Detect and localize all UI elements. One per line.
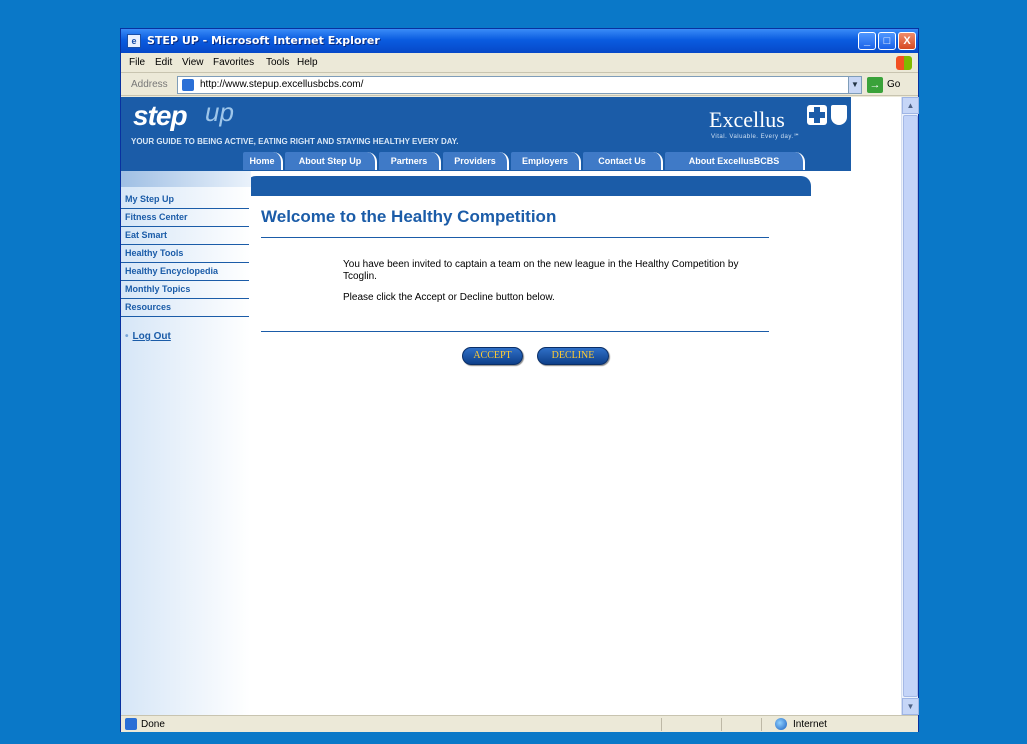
decline-button[interactable]: DECLINE [537,347,609,365]
sidebar-top-strip [121,171,251,187]
tab-employers[interactable]: Employers [511,152,581,170]
scroll-thumb[interactable] [903,115,918,697]
tab-partners[interactable]: Partners [379,152,441,170]
browser-window: e STEP UP - Microsoft Internet Explorer … [120,28,919,732]
page-icon [182,79,194,91]
instruction-message: Please click the Accept or Decline butto… [343,292,555,303]
blue-shield-icon [831,105,847,125]
tab-about-step-up[interactable]: About Step Up [285,152,377,170]
go-arrow-icon[interactable]: → [867,77,883,93]
minimize-button[interactable]: _ [858,32,876,50]
status-text: Done [141,719,165,730]
internet-globe-icon [775,718,787,730]
sidebar-item-eat-smart[interactable]: Eat Smart [121,227,249,245]
address-input[interactable]: http://www.stepup.excellusbcbs.com/ [177,76,859,94]
invite-message: You have been invited to captain a team … [343,259,739,282]
page-title: Welcome to the Healthy Competition [261,207,557,226]
logout-link[interactable]: • Log Out [125,331,171,342]
title-bar[interactable]: e STEP UP - Microsoft Internet Explorer … [121,29,918,53]
window-title: STEP UP - Microsoft Internet Explorer [147,34,380,47]
menu-file[interactable]: File [129,57,145,68]
nav-tabs: Home About Step Up Partners Providers Em… [243,152,849,170]
logo-step[interactable]: step [133,100,188,132]
menu-favorites[interactable]: Favorites [213,57,254,68]
page-done-icon [125,718,137,730]
status-bar: Done Internet [121,715,918,732]
close-button[interactable]: X [898,32,916,50]
menu-edit[interactable]: Edit [155,57,172,68]
blue-cross-icon [807,105,827,125]
status-separator [761,718,762,731]
brand-name: Excellus [709,107,785,132]
sidebar: My Step Up Fitness Center Eat Smart Heal… [121,171,251,715]
windows-logo-icon [896,56,912,70]
address-label: Address [131,79,168,90]
sidebar-item-healthy-encyclopedia[interactable]: Healthy Encyclopedia [121,263,249,281]
scroll-up-icon[interactable]: ▲ [902,97,919,114]
logo-up: up [205,97,234,127]
menu-bar: File Edit View Favorites Tools Help [121,53,918,73]
ie-icon: e [127,34,141,48]
title-divider [261,237,769,238]
accept-button[interactable]: ACCEPT [462,347,523,365]
tagline: YOUR GUIDE TO BEING ACTIVE, EATING RIGHT… [131,137,459,146]
sidebar-item-my-step-up[interactable]: My Step Up [121,191,249,209]
menu-view[interactable]: View [182,57,204,68]
tab-home[interactable]: Home [243,152,283,170]
bullet-icon: • [125,331,129,342]
status-separator [661,718,662,731]
address-bar: Address http://www.stepup.excellusbcbs.c… [121,74,918,96]
brand-tagline: Vital. Valuable. Every day.℠ [711,134,801,140]
security-zone: Internet [793,719,827,730]
content-divider [261,331,769,332]
tab-providers[interactable]: Providers [443,152,509,170]
content-banner [246,176,811,196]
site-header: step up YOUR GUIDE TO BEING ACTIVE, EATI… [121,97,851,171]
logout-label: Log Out [132,331,171,342]
sidebar-item-monthly-topics[interactable]: Monthly Topics [121,281,249,299]
vertical-scrollbar[interactable]: ▲ ▼ [901,97,919,715]
menu-tools[interactable]: Tools [266,57,289,68]
menu-help[interactable]: Help [297,57,318,68]
tab-about-excellusbcbs[interactable]: About ExcellusBCBS [665,152,805,170]
address-url: http://www.stepup.excellusbcbs.com/ [200,79,364,90]
go-button[interactable]: Go [887,79,900,90]
sidebar-item-resources[interactable]: Resources [121,299,249,317]
maximize-button[interactable]: □ [878,32,896,50]
address-dropdown-icon[interactable]: ▼ [848,76,862,94]
status-separator [721,718,722,731]
page-viewport: step up YOUR GUIDE TO BEING ACTIVE, EATI… [121,97,901,715]
sidebar-item-healthy-tools[interactable]: Healthy Tools [121,245,249,263]
tab-contact-us[interactable]: Contact Us [583,152,663,170]
scroll-down-icon[interactable]: ▼ [902,698,919,715]
sidebar-item-fitness-center[interactable]: Fitness Center [121,209,249,227]
